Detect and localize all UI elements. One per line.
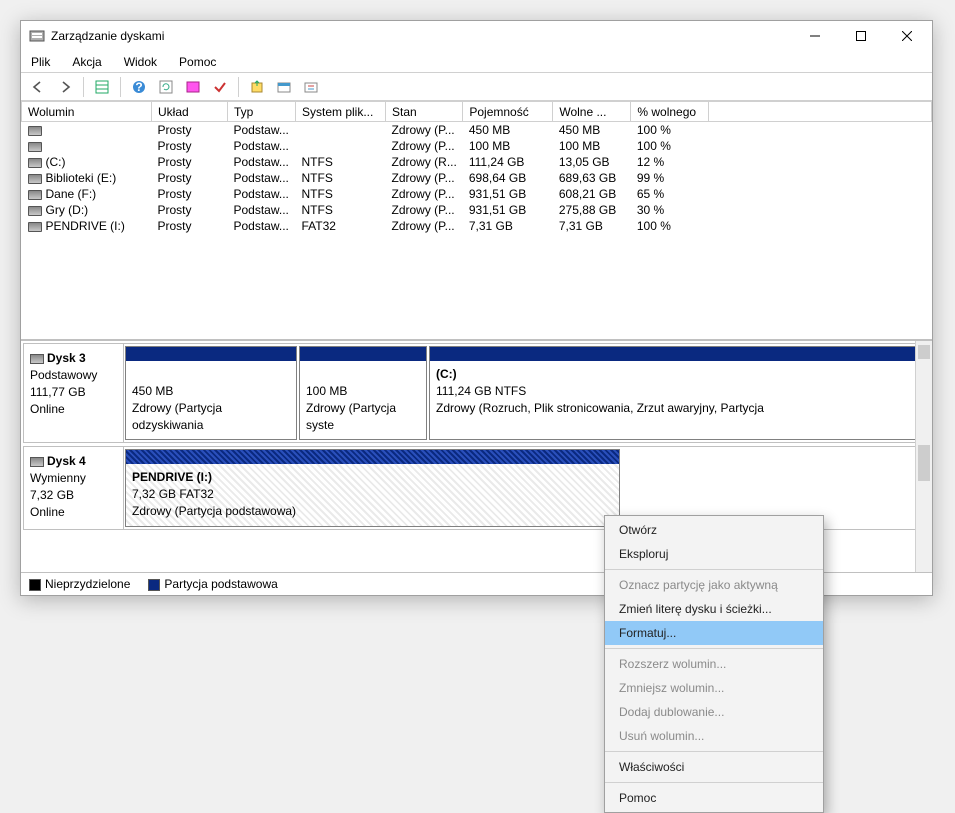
- menu-explore[interactable]: Eksploruj: [605, 542, 823, 566]
- table-row[interactable]: Biblioteki (E:)ProstyPodstaw...NTFSZdrow…: [22, 170, 932, 186]
- volume-icon: [28, 126, 42, 136]
- menu-help[interactable]: Pomoc: [605, 786, 823, 810]
- menubar: Plik Akcja Widok Pomoc: [21, 51, 932, 73]
- legend-primary: Partycja podstawowa: [148, 577, 277, 591]
- back-button[interactable]: [27, 76, 49, 98]
- partition-pendrive[interactable]: PENDRIVE (I:)7,32 GB FAT32Zdrowy (Partyc…: [125, 449, 620, 527]
- table-row[interactable]: (C:)ProstyPodstaw...NTFSZdrowy (R...111,…: [22, 154, 932, 170]
- table-row[interactable]: ProstyPodstaw...Zdrowy (P...100 MB100 MB…: [22, 138, 932, 154]
- close-button[interactable]: [884, 21, 930, 51]
- partition-system[interactable]: 100 MBZdrowy (Partycja syste: [299, 346, 427, 440]
- maximize-button[interactable]: [838, 21, 884, 51]
- menu-delete: Usuń wolumin...: [605, 724, 823, 748]
- menu-divider: [605, 782, 823, 783]
- svg-text:?: ?: [135, 80, 142, 94]
- menu-divider: [605, 751, 823, 752]
- disk-icon: [30, 457, 44, 467]
- help-button[interactable]: ?: [128, 76, 150, 98]
- disk-scrollbar[interactable]: [915, 341, 932, 572]
- settings-button[interactable]: [182, 76, 204, 98]
- table-row[interactable]: Dane (F:)ProstyPodstaw...NTFSZdrowy (P..…: [22, 186, 932, 202]
- col-layout[interactable]: Układ: [152, 102, 228, 122]
- col-pct[interactable]: % wolnego: [631, 102, 709, 122]
- menu-divider: [605, 648, 823, 649]
- view-list-button[interactable]: [91, 76, 113, 98]
- col-volume[interactable]: Wolumin: [22, 102, 152, 122]
- col-type[interactable]: Typ: [228, 102, 296, 122]
- minimize-button[interactable]: [792, 21, 838, 51]
- forward-button[interactable]: [54, 76, 76, 98]
- disk-icon: [30, 354, 44, 364]
- disk-management-window: Zarządzanie dyskami Plik Akcja Widok Pom…: [20, 20, 933, 596]
- volume-icon: [28, 222, 42, 232]
- disk-row-3: Dysk 3 Podstawowy 111,77 GB Online 450 M…: [23, 343, 930, 443]
- menu-open[interactable]: Otwórz: [605, 518, 823, 542]
- volume-icon: [28, 206, 42, 216]
- col-state[interactable]: Stan: [386, 102, 463, 122]
- menu-file[interactable]: Plik: [27, 53, 54, 71]
- menu-help[interactable]: Pomoc: [175, 53, 220, 71]
- scroll-thumb[interactable]: [918, 445, 930, 481]
- partition-recovery[interactable]: 450 MBZdrowy (Partycja odzyskiwania: [125, 346, 297, 440]
- menu-extend: Rozszerz wolumin...: [605, 652, 823, 676]
- checkmark-button[interactable]: [209, 76, 231, 98]
- menu-action[interactable]: Akcja: [68, 53, 105, 71]
- menu-mark-active: Oznacz partycję jako aktywną: [605, 573, 823, 597]
- refresh-button[interactable]: [155, 76, 177, 98]
- titlebar: Zarządzanie dyskami: [21, 21, 932, 51]
- volume-icon: [28, 158, 42, 168]
- col-spacer: [709, 102, 932, 122]
- menu-change-letter[interactable]: Zmień literę dysku i ścieżki...: [605, 597, 823, 621]
- toolbar-separator: [83, 77, 84, 97]
- partition-context-menu: Otwórz Eksploruj Oznacz partycję jako ak…: [604, 515, 824, 813]
- menu-format[interactable]: Formatuj...: [605, 621, 823, 645]
- legend-unallocated: Nieprzydzielone: [29, 577, 130, 591]
- toolbar-separator: [238, 77, 239, 97]
- table-row[interactable]: Gry (D:)ProstyPodstaw...NTFSZdrowy (P...…: [22, 202, 932, 218]
- menu-mirror: Dodaj dublowanie...: [605, 700, 823, 724]
- action3-button[interactable]: [300, 76, 322, 98]
- disk-4-label[interactable]: Dysk 4 Wymienny 7,32 GB Online: [24, 447, 124, 529]
- action1-button[interactable]: [246, 76, 268, 98]
- scroll-up-icon: [918, 345, 930, 359]
- partition-c[interactable]: (C:)111,24 GB NTFSZdrowy (Rozruch, Plik …: [429, 346, 928, 440]
- app-icon: [29, 28, 45, 44]
- disk-3-label[interactable]: Dysk 3 Podstawowy 111,77 GB Online: [24, 344, 124, 442]
- toolbar: ?: [21, 73, 932, 101]
- volume-icon: [28, 174, 42, 184]
- toolbar-separator: [120, 77, 121, 97]
- col-fs[interactable]: System plik...: [296, 102, 386, 122]
- menu-properties[interactable]: Właściwości: [605, 755, 823, 779]
- menu-shrink: Zmniejsz wolumin...: [605, 676, 823, 700]
- table-row[interactable]: ProstyPodstaw...Zdrowy (P...450 MB450 MB…: [22, 122, 932, 139]
- col-cap[interactable]: Pojemność: [463, 102, 553, 122]
- col-free[interactable]: Wolne ...: [553, 102, 631, 122]
- volume-icon: [28, 142, 42, 152]
- action2-button[interactable]: [273, 76, 295, 98]
- table-row[interactable]: PENDRIVE (I:)ProstyPodstaw...FAT32Zdrowy…: [22, 218, 932, 234]
- window-title: Zarządzanie dyskami: [51, 29, 792, 43]
- volume-list: Wolumin Układ Typ System plik... Stan Po…: [21, 101, 932, 341]
- menu-divider: [605, 569, 823, 570]
- menu-view[interactable]: Widok: [120, 53, 161, 71]
- volume-icon: [28, 190, 42, 200]
